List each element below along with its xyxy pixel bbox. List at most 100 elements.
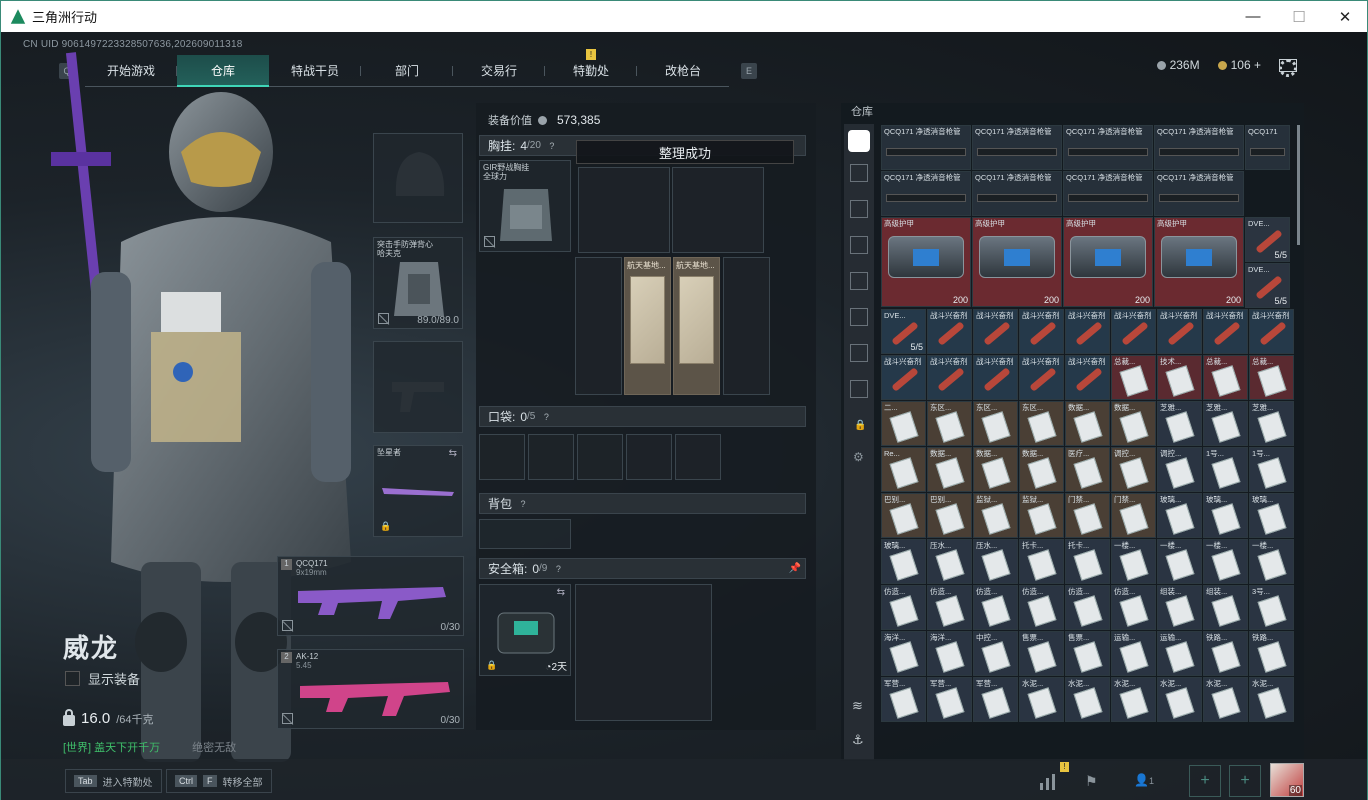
warehouse-item[interactable]: 总裁... <box>1249 355 1294 400</box>
warehouse-item[interactable]: 1号... <box>1249 447 1294 492</box>
warehouse-item[interactable]: 战斗兴奋剂 <box>1157 309 1202 354</box>
warehouse-item[interactable]: 运输... <box>1157 631 1202 676</box>
warehouse-item[interactable]: 战斗兴奋剂 <box>1019 309 1064 354</box>
lock-icon[interactable]: 🔒 <box>854 420 866 431</box>
warehouse-item[interactable]: 3号... <box>1249 585 1294 630</box>
player-avatar[interactable]: 60 <box>1270 763 1304 797</box>
pocket-slot[interactable] <box>675 434 721 480</box>
warehouse-item[interactable]: QCQ171 <box>1245 125 1290 170</box>
chest-rig-slot[interactable]: GIR野战胸挂 全球力 <box>479 160 571 252</box>
add-teammate-button[interactable]: + <box>1189 765 1221 797</box>
warehouse-home-icon[interactable] <box>848 130 870 152</box>
warehouse-item[interactable]: 数据... <box>1111 401 1156 446</box>
warehouse-scrollbar[interactable] <box>1297 125 1300 245</box>
warehouse-item[interactable]: 海洋... <box>927 631 972 676</box>
warehouse-item[interactable]: 战斗兴奋剂 <box>1065 309 1110 354</box>
show-gear-checkbox[interactable] <box>65 671 80 686</box>
chest-grid-cell[interactable] <box>672 167 764 253</box>
warehouse-item[interactable]: 调控... <box>1111 447 1156 492</box>
pocket-slot[interactable] <box>528 434 574 480</box>
warehouse-item[interactable]: 玻璃... <box>1249 493 1294 538</box>
settings-gear-icon[interactable] <box>1279 59 1297 77</box>
warehouse-item[interactable]: QCQ171 净透消音枪管 <box>1063 171 1153 216</box>
primary-weapon-slot[interactable]: 1 QCQ171 9x19mm 0/30 <box>277 556 464 636</box>
pocket-slot[interactable] <box>626 434 672 480</box>
sidearm-slot[interactable] <box>373 341 463 433</box>
melee-slot[interactable]: 坠星者 ⇆ 🔒 <box>373 445 463 537</box>
warehouse-item[interactable]: 巴别... <box>881 493 926 538</box>
friends-button[interactable]: 👤1 <box>1134 773 1168 791</box>
warehouse-item[interactable]: 售票... <box>1019 631 1064 676</box>
add-teammate-button[interactable]: + <box>1229 765 1261 797</box>
chest-grid-cell[interactable] <box>578 167 670 253</box>
warehouse-item[interactable]: 压水... <box>927 539 972 584</box>
show-gear-toggle[interactable]: 显示装备 <box>65 669 140 688</box>
warehouse-item[interactable]: 战斗兴奋剂 <box>927 309 972 354</box>
warehouse-item[interactable]: 仿造... <box>927 585 972 630</box>
pocket-slot[interactable] <box>479 434 525 480</box>
warehouse-item[interactable]: QCQ171 净透消音枪管 <box>972 125 1062 170</box>
warehouse-item[interactable]: 仿造... <box>1111 585 1156 630</box>
silver-currency[interactable]: 236M <box>1156 58 1200 72</box>
warehouse-item[interactable]: QCQ171 净透消音枪管 <box>881 125 971 170</box>
warehouse-item[interactable]: 监狱... <box>973 493 1018 538</box>
warehouse-item[interactable]: 总裁... <box>1111 355 1156 400</box>
maximize-button[interactable]: ☐ <box>1276 1 1322 32</box>
warehouse-item[interactable]: 东区... <box>1019 401 1064 446</box>
map-item[interactable]: 航天基地... <box>673 257 720 395</box>
warehouse-item[interactable]: QCQ171 净透消音枪管 <box>1063 125 1153 170</box>
warehouse-item[interactable]: 1号... <box>1203 447 1248 492</box>
warehouse-item[interactable]: 门禁... <box>1111 493 1156 538</box>
warehouse-item[interactable]: 中控... <box>973 631 1018 676</box>
tab-v3-icon[interactable] <box>850 236 868 254</box>
pin-icon[interactable]: 📌 <box>789 563 801 574</box>
warehouse-item[interactable]: QCQ171 净透消音枪管 <box>1154 125 1244 170</box>
warehouse-item[interactable]: QCQ171 净透消音枪管 <box>972 171 1062 216</box>
warehouse-item[interactable]: 巴别... <box>927 493 972 538</box>
warehouse-item[interactable]: 高级护甲 200 <box>1063 217 1153 307</box>
gear-icon[interactable]: ⚙ <box>853 450 864 464</box>
help-icon[interactable]: ? <box>517 498 529 510</box>
warehouse-item[interactable]: 一楼... <box>1203 539 1248 584</box>
warehouse-item[interactable]: 数据... <box>1065 401 1110 446</box>
warehouse-item[interactable]: 高级护甲 200 <box>972 217 1062 307</box>
warehouse-item[interactable]: 军营... <box>973 677 1018 722</box>
warehouse-item[interactable]: 战斗兴奋剂 <box>1019 355 1064 400</box>
warehouse-item[interactable]: 数据... <box>927 447 972 492</box>
warehouse-item[interactable]: 托卡... <box>1019 539 1064 584</box>
swap-icon[interactable]: ⇆ <box>557 587 565 598</box>
warehouse-item[interactable]: 战斗兴奋剂 <box>1203 309 1248 354</box>
warehouse-item[interactable]: 数据... <box>1019 447 1064 492</box>
warehouse-item[interactable]: 海洋... <box>881 631 926 676</box>
warehouse-item[interactable]: 总裁... <box>1203 355 1248 400</box>
help-icon[interactable]: ? <box>546 140 558 152</box>
warehouse-item[interactable]: 仿造... <box>1065 585 1110 630</box>
safebox-slot[interactable]: ⇆ 🔒 ◔2天 <box>479 584 571 676</box>
warehouse-item[interactable]: 水泥... <box>1157 677 1202 722</box>
warehouse-item[interactable]: DVE... 5/5 <box>1245 263 1290 308</box>
warehouse-item[interactable]: 水泥... <box>1065 677 1110 722</box>
pocket-slot[interactable] <box>577 434 623 480</box>
help-icon[interactable]: ? <box>552 563 564 575</box>
warehouse-item[interactable]: 技术... <box>1157 355 1202 400</box>
warehouse-item[interactable]: 东区... <box>973 401 1018 446</box>
warehouse-item[interactable]: 一楼... <box>1249 539 1294 584</box>
warehouse-item[interactable]: 铁路... <box>1203 631 1248 676</box>
warehouse-item[interactable]: QCQ171 净透消音枪管 <box>881 171 971 216</box>
warehouse-item[interactable]: 战斗兴奋剂 <box>1065 355 1110 400</box>
swap-icon[interactable]: ⇆ <box>449 448 457 459</box>
warehouse-item[interactable]: 玻璃... <box>881 539 926 584</box>
warehouse-item[interactable]: 战斗兴奋剂 <box>973 309 1018 354</box>
warehouse-item[interactable]: 压水... <box>973 539 1018 584</box>
close-button[interactable]: ✕ <box>1322 1 1368 32</box>
warehouse-item[interactable]: 芝雅... <box>1203 401 1248 446</box>
stats-icon[interactable] <box>1039 773 1057 791</box>
warehouse-item[interactable]: 战斗兴奋剂 <box>973 355 1018 400</box>
warehouse-item[interactable]: 数据... <box>973 447 1018 492</box>
warehouse-item[interactable]: QCQ171 净透消音枪管 <box>1154 171 1244 216</box>
warehouse-item[interactable]: 战斗兴奋剂 <box>881 355 926 400</box>
tab-special-ops[interactable]: ! 特勤处 <box>545 49 637 87</box>
add-currency-button[interactable]: + <box>1254 58 1261 72</box>
chest-grid-cell[interactable] <box>575 257 622 395</box>
warehouse-item[interactable]: 门禁... <box>1065 493 1110 538</box>
